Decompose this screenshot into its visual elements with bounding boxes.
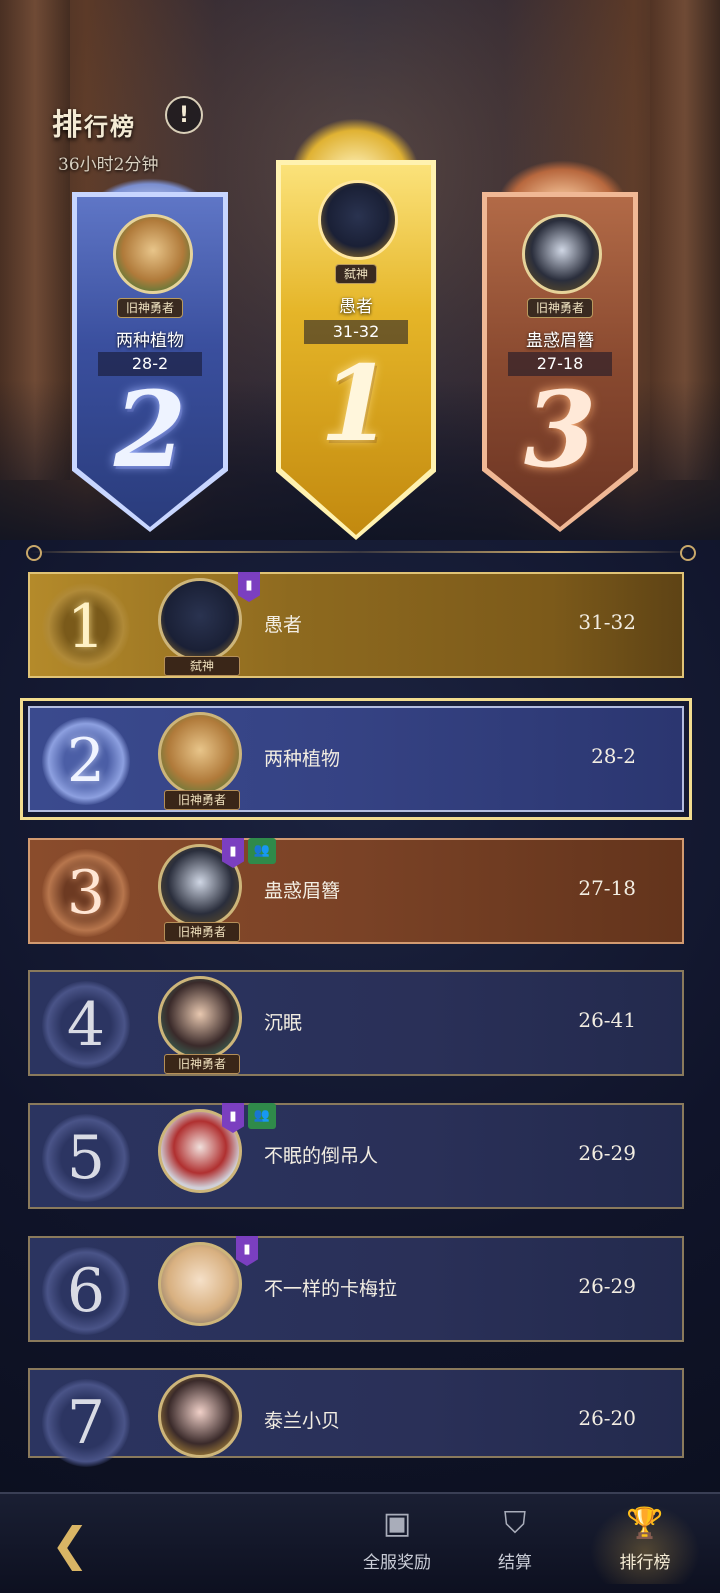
- hamster-avatar[interactable]: [158, 712, 242, 796]
- rank-medal: 5: [42, 1114, 130, 1202]
- player-name: 沉眠: [264, 1012, 303, 1034]
- rank-medal: 3: [42, 849, 130, 937]
- player-score: 27-18: [578, 876, 636, 900]
- leaderboard-row-4[interactable]: 4 旧神勇者 沉眠 26-41: [28, 970, 684, 1076]
- player-score: 31-32: [578, 610, 636, 634]
- player-name: 不眠的倒吊人: [264, 1145, 379, 1167]
- podium-name: 蛊惑眉簪: [526, 331, 594, 351]
- title-tag: 弑神: [164, 656, 240, 676]
- info-icon[interactable]: !: [165, 96, 203, 134]
- podium-title-tag: 弑神: [334, 264, 378, 284]
- nav-leaderboard[interactable]: 🏆 排行榜: [590, 1504, 700, 1584]
- divider: [30, 551, 690, 553]
- bottom-nav: ❮ ▣ 全服奖励 ⛉ 结算 🏆 排行榜: [0, 1492, 720, 1593]
- page-title: 排行榜: [52, 108, 136, 143]
- divider-ornament: [680, 545, 696, 561]
- countdown-timer: 36小时2分钟: [58, 155, 159, 175]
- back-arrow-icon[interactable]: ❮: [30, 1514, 110, 1574]
- nav-label: 全服奖励: [363, 1553, 431, 1573]
- title-tag: 旧神勇者: [164, 922, 240, 942]
- rank-medal: 4: [42, 981, 130, 1069]
- player-score: 26-29: [578, 1274, 636, 1298]
- leaderboard-row-2[interactable]: 2 旧神勇者 两种植物 28-2: [20, 698, 692, 820]
- nav-server-rewards[interactable]: ▣ 全服奖励: [342, 1504, 452, 1584]
- rank-medal: 2: [42, 717, 130, 805]
- player-name: 蛊惑眉簪: [264, 880, 341, 902]
- rank-medal: 1: [42, 583, 130, 671]
- crowned-woman-avatar[interactable]: [158, 1374, 242, 1458]
- podium-rank-number: 1: [319, 342, 393, 465]
- leaderboard-row-3[interactable]: 3 ▮ 👥 旧神勇者 蛊惑眉簪 27-18: [28, 838, 684, 944]
- team-icon: 👥: [248, 838, 276, 864]
- podium-score: 31-32: [304, 320, 408, 344]
- podium-title-tag: 旧神勇者: [526, 298, 594, 318]
- sleeping-woman-avatar[interactable]: [158, 976, 242, 1060]
- player-name: 泰兰小贝: [264, 1410, 341, 1432]
- nav-settlement[interactable]: ⛉ 结算: [460, 1504, 570, 1584]
- rank-medal: 7: [42, 1379, 130, 1467]
- blonde-woman-avatar[interactable]: [158, 1242, 242, 1326]
- leaderboard-row-5[interactable]: 5 ▮ 👥 不眠的倒吊人 26-29: [28, 1103, 684, 1209]
- trophy-icon: 🏆: [626, 1506, 664, 1541]
- podium-rank-number: 3: [523, 368, 597, 491]
- divider-ornament: [26, 545, 42, 561]
- team-icon: 👥: [248, 1103, 276, 1129]
- player-score: 28-2: [591, 744, 636, 768]
- title-tag: 旧神勇者: [164, 790, 240, 810]
- banner-icon: ⛉: [503, 1506, 527, 1541]
- player-name: 不一样的卡梅拉: [264, 1278, 398, 1300]
- chest-icon: ▣: [382, 1506, 412, 1541]
- podium-name: 愚者: [339, 297, 373, 317]
- podium-name: 两种植物: [116, 331, 184, 351]
- podium-rank-number: 2: [113, 368, 187, 491]
- player-score: 26-20: [578, 1406, 636, 1430]
- guild-badge-icon: ▮: [238, 572, 260, 602]
- nav-label: 排行榜: [619, 1553, 671, 1573]
- leaderboard-row-7[interactable]: 7 泰兰小贝 26-20: [28, 1368, 684, 1467]
- player-name: 两种植物: [264, 748, 341, 770]
- crow-avatar[interactable]: [318, 180, 398, 260]
- rank-medal: 6: [42, 1247, 130, 1335]
- leaderboard-row-6[interactable]: 6 ▮ 不一样的卡梅拉 26-29: [28, 1236, 684, 1342]
- hamster-avatar[interactable]: [113, 214, 193, 294]
- player-name: 愚者: [264, 614, 303, 636]
- guild-badge-icon: ▮: [236, 1236, 258, 1266]
- leaderboard-row-1[interactable]: 1 ▮ 弑神 愚者 31-32: [28, 572, 684, 678]
- player-score: 26-41: [578, 1008, 636, 1032]
- crow-avatar[interactable]: [158, 578, 242, 662]
- podium-title-tag: 旧神勇者: [116, 298, 184, 318]
- player-score: 26-29: [578, 1141, 636, 1165]
- title-tag: 旧神勇者: [164, 1054, 240, 1074]
- nav-label: 结算: [498, 1553, 532, 1573]
- dark-prince-avatar[interactable]: [522, 214, 602, 294]
